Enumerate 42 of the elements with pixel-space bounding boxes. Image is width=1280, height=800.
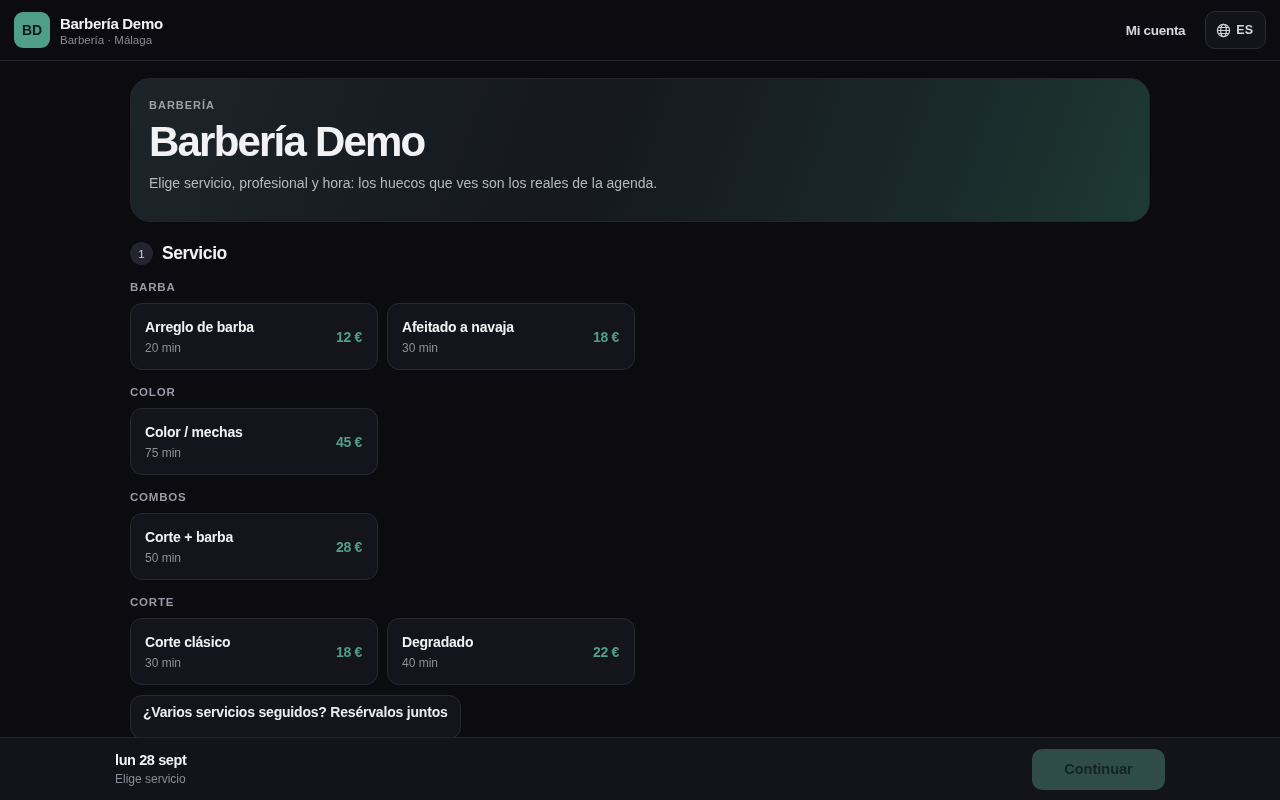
service-name: Arreglo de barba <box>145 318 254 335</box>
footer-hint: Elige servicio <box>115 772 187 786</box>
service-card[interactable]: Degradado 40 min 22 € <box>387 618 635 686</box>
category-label: BARBA <box>130 281 177 294</box>
service-price: 45 € <box>335 433 362 450</box>
account-link[interactable]: Mi cuenta <box>1125 22 1186 38</box>
step-title: Servicio <box>162 243 227 265</box>
service-price: 18 € <box>592 328 619 345</box>
business-location: Barbería · Málaga <box>60 33 154 46</box>
service-name: Color / mechas <box>145 423 243 440</box>
service-card[interactable]: Corte + barba 50 min 28 € <box>130 513 378 581</box>
service-name: Corte clásico <box>145 633 231 650</box>
service-price: 18 € <box>335 643 362 660</box>
service-card[interactable]: Color / mechas 75 min 45 € <box>130 408 378 476</box>
step-number: 1 <box>130 242 153 266</box>
service-duration: 30 min <box>145 655 183 670</box>
hero-description: Elige servicio, profesional y hora: los huecos que ves son los reales de la agenda. <box>149 175 659 192</box>
service-duration: 50 min <box>145 550 183 565</box>
service-price: 28 € <box>335 538 362 555</box>
language-button[interactable]: ES <box>1205 11 1266 49</box>
service-duration: 40 min <box>402 655 440 670</box>
service-duration: 75 min <box>145 445 183 460</box>
service-duration: 20 min <box>145 340 183 355</box>
service-name: Degradado <box>402 633 474 650</box>
globe-icon <box>1216 22 1232 38</box>
service-name: Corte + barba <box>145 528 234 545</box>
category-label: CORTE <box>130 596 176 609</box>
service-card[interactable]: Afeitado a navaja 30 min 18 € <box>387 303 635 371</box>
hero-eyebrow: BARBERÍA <box>149 99 217 111</box>
business-name: Barbería Demo <box>60 14 163 32</box>
service-card[interactable]: Arreglo de barba 20 min 12 € <box>130 303 378 371</box>
multi-service-button[interactable]: ¿Varios servicios seguidos? Resérvalos juntos <box>130 695 461 737</box>
service-price: 12 € <box>335 328 362 345</box>
selected-date: lun 28 sept <box>115 752 187 768</box>
category-label: COMBOS <box>130 491 188 504</box>
logo-badge: BD <box>14 12 50 48</box>
category-label: COLOR <box>130 386 177 399</box>
service-price: 22 € <box>592 643 619 660</box>
hero-title: Barbería Demo <box>149 119 426 166</box>
service-card[interactable]: Corte clásico 30 min 18 € <box>130 618 378 686</box>
service-duration: 30 min <box>402 340 440 355</box>
service-name: Afeitado a navaja <box>402 318 514 335</box>
